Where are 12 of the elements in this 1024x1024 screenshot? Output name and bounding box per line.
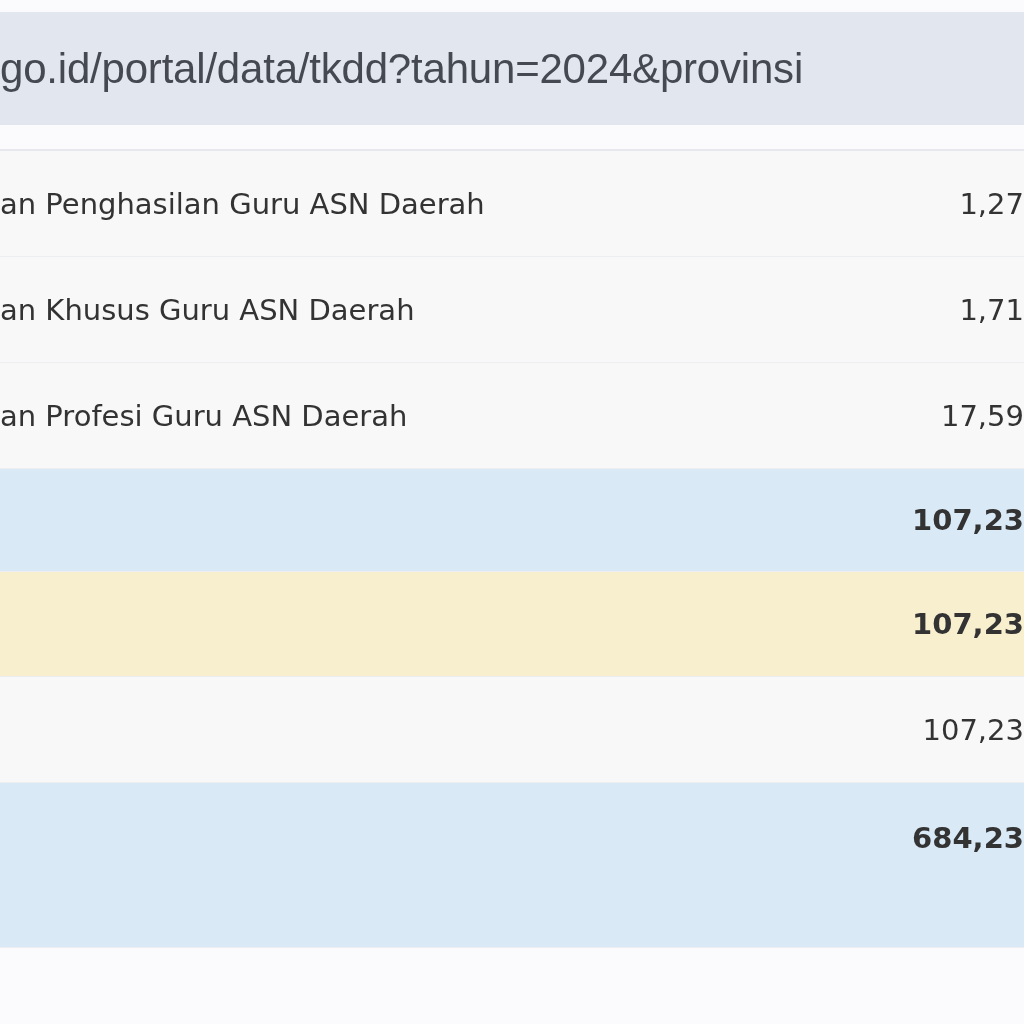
url-text: go.id/portal/data/tkdd?tahun=2024&provinsi: [0, 44, 804, 93]
address-bar[interactable]: go.id/portal/data/tkdd?tahun=2024&provinsi: [0, 12, 1024, 125]
table-cell: an Penghasilan Guru ASN Daerah: [0, 186, 485, 221]
table-cell: 1,27: [959, 186, 1024, 221]
table-cell: 107,23: [922, 712, 1024, 747]
table-cell: 107,23: [912, 503, 1024, 537]
table-cell: 107,23: [912, 607, 1024, 641]
table-cell: 17,59: [940, 398, 1024, 433]
table-cell: an Profesi Guru ASN Daerah: [0, 398, 408, 433]
table-cell: an Khusus Guru ASN Daerah: [0, 292, 415, 327]
table-cell: 1,71: [959, 292, 1024, 327]
table-cell: 684,23: [912, 821, 1024, 855]
